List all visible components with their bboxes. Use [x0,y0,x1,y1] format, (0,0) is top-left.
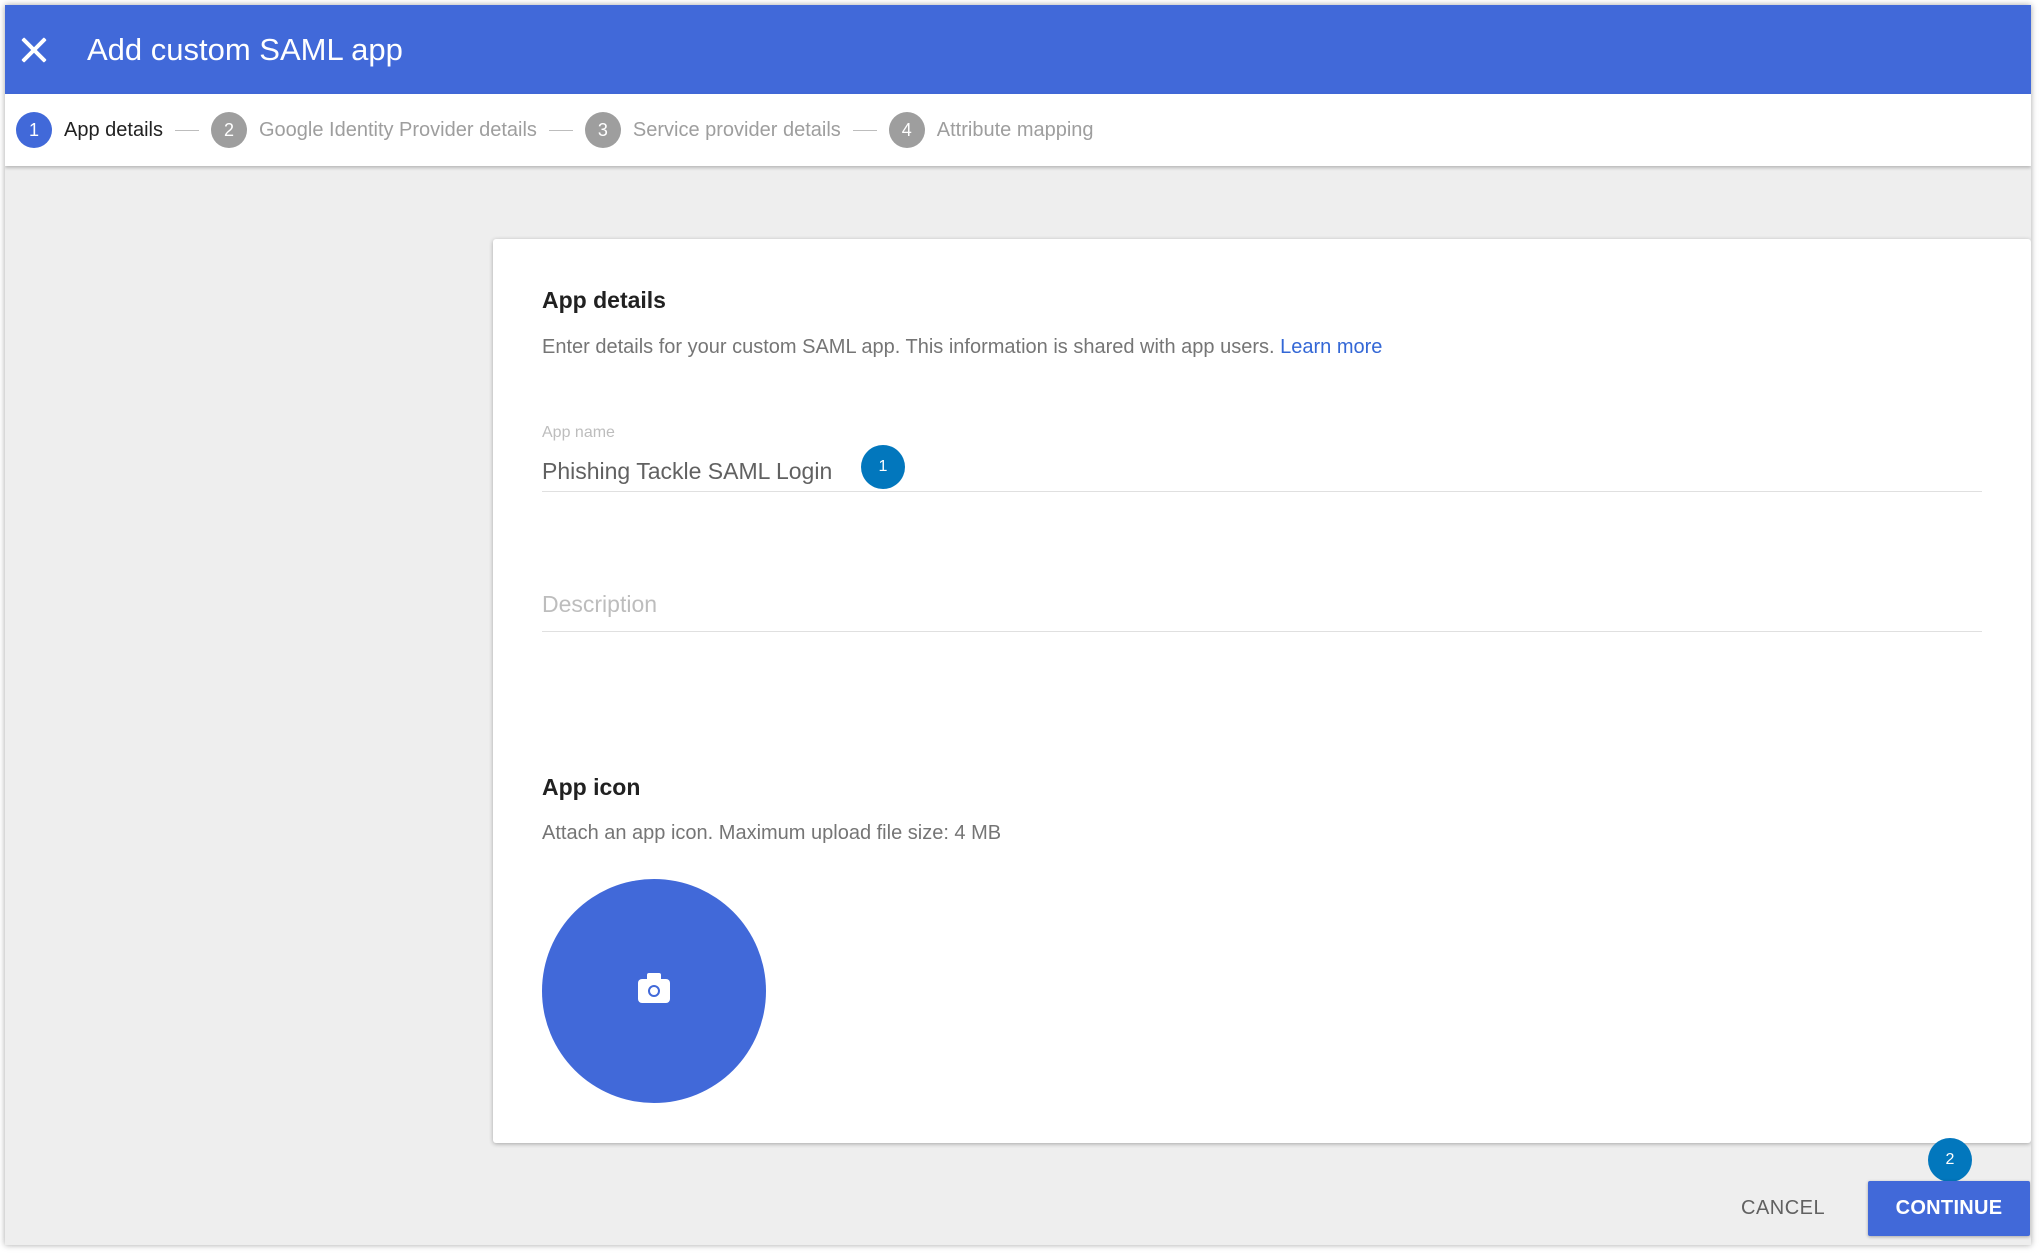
step-sp-details[interactable]: 3 Service provider details [584,112,841,148]
step-label: App details [64,118,163,141]
step-label: Attribute mapping [936,118,1094,141]
app-details-title: App details [542,287,666,313]
app-details-card: App details Enter details for your custo… [493,239,2031,1143]
page-title: Add custom SAML app [87,31,403,67]
stepper: 1 App details 2 Google Identity Provider… [5,94,2031,166]
app-details-description: Enter details for your custom SAML app. … [542,336,1382,359]
step-number: 2 [210,112,247,148]
app-name-input[interactable]: Phishing Tackle SAML Login [542,458,1982,485]
annotation-badge-1: 1 [861,445,905,489]
header-bar: Add custom SAML app [5,5,2031,94]
step-divider [852,129,877,131]
step-number: 1 [16,112,52,148]
cancel-button-label: CANCEL [1741,1197,1826,1219]
step-attribute-mapping[interactable]: 4 Attribute mapping [888,112,1094,148]
app-icon-description: Attach an app icon. Maximum upload file … [542,822,1002,844]
step-number: 4 [888,112,925,148]
dialog-window: Add custom SAML app 1 App details 2 Goog… [5,5,2031,1245]
step-idp-details[interactable]: 2 Google Identity Provider details [210,112,537,148]
app-icon-title: App icon [542,774,641,800]
close-icon[interactable] [17,33,51,67]
description-field[interactable]: Description [542,591,1982,632]
step-divider [548,129,573,131]
step-label: Google Identity Provider details [258,118,537,141]
annotation-badge-2: 2 [1928,1138,1972,1182]
step-app-details[interactable]: 1 App details [16,112,163,148]
camera-icon [638,973,670,1003]
step-number: 3 [584,112,621,148]
upload-icon-button[interactable] [542,879,766,1103]
continue-button[interactable]: CONTINUE [1868,1181,2030,1236]
step-label: Service provider details [632,118,841,141]
app-details-description-text: Enter details for your custom SAML app. … [542,336,1275,358]
app-name-label: App name [542,424,615,441]
cancel-button[interactable]: CANCEL [1741,1181,1825,1236]
continue-button-label: CONTINUE [1895,1197,2003,1219]
step-divider [174,129,199,131]
description-input[interactable]: Description [542,591,1982,618]
learn-more-link[interactable]: Learn more [1280,336,1382,358]
app-name-field[interactable]: App name Phishing Tackle SAML Login [542,424,1982,492]
